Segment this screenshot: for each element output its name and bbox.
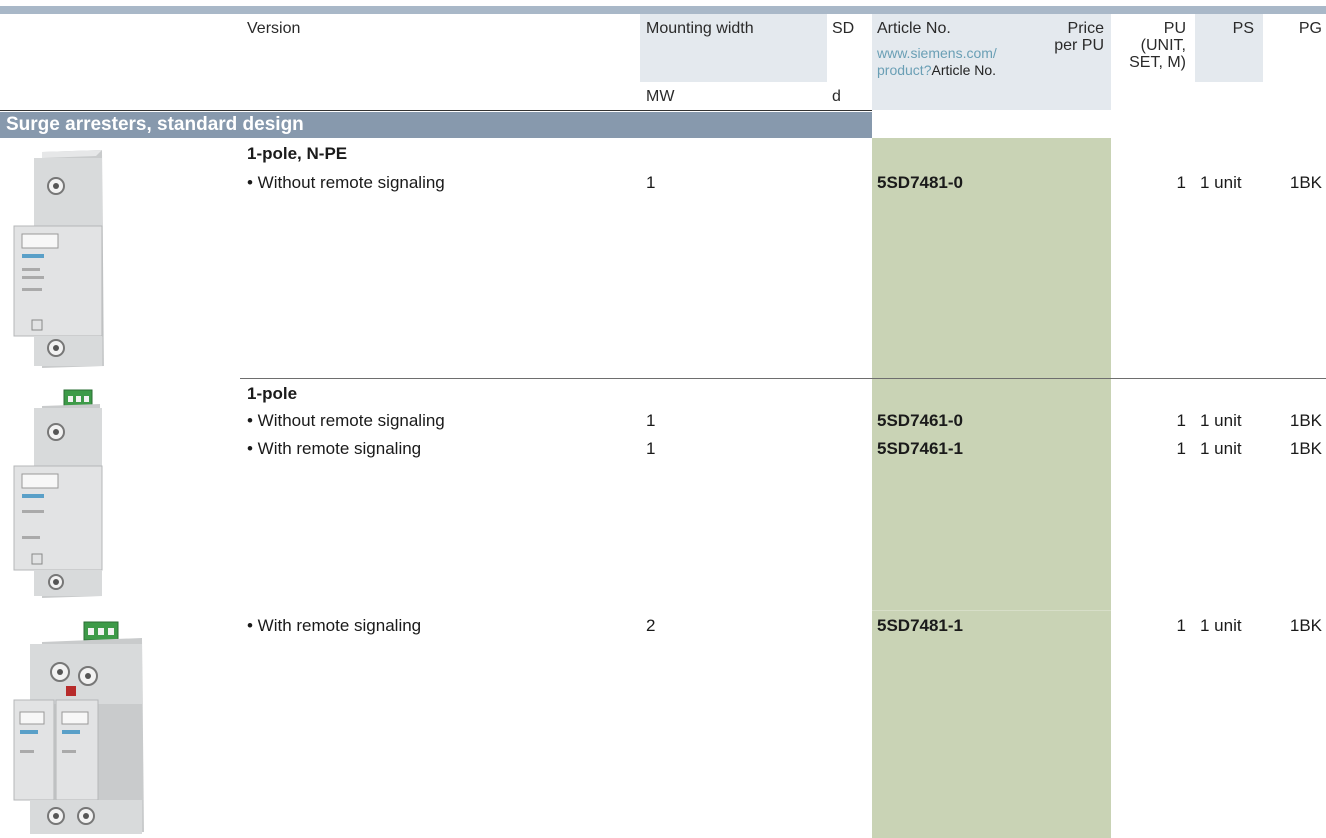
header-price-line2: per PU [1054,37,1104,54]
header-article-no: Article No. [877,20,951,37]
section-title: Surge arresters, standard design [0,112,872,138]
row-version: • With remote signaling [247,439,422,458]
header-pu: PU (UNIT, SET, M) [1110,20,1186,71]
row-version: • Without remote signaling [247,411,445,430]
row-mw: 1 [646,439,656,458]
row-ps: 1 unit [1200,439,1242,458]
row-pu: 1 [1176,439,1186,458]
row-mw: 1 [646,411,656,430]
row-pg: 1BK [1289,616,1322,635]
group-title: 1-pole, N-PE [247,144,348,163]
header-price: Price per PU [1030,20,1104,54]
article-column-highlight [872,138,1111,838]
header-pu-line2: (UNIT, [1140,37,1186,54]
row-pu: 1 [1176,411,1186,430]
header-price-line1: Price [1067,20,1104,37]
row-ps: 1 unit [1200,616,1242,635]
header-version: Version [247,20,301,37]
row-ps: 1 unit [1200,411,1242,430]
row-pu: 1 [1176,173,1186,192]
row-article-no[interactable]: 5SD7461-0 [877,411,963,431]
header-sd: SD [832,20,855,37]
surge-arrester-2module-image [10,620,150,836]
row-ps: 1 unit [1200,173,1242,192]
surge-arrester-1pole-image [12,388,112,600]
group-separator-light [872,610,1111,611]
article-link-line2[interactable]: product? [877,62,931,78]
header-article-link-2[interactable]: product?Article No. [877,62,996,79]
article-link-suffix: Article No. [931,62,997,78]
top-bar [0,6,1326,14]
row-version: • With remote signaling [247,616,422,635]
group-separator [240,378,1326,379]
header-article-link[interactable]: www.siemens.com/ [877,45,997,62]
row-pg: 1BK [1289,411,1322,430]
header-pg: PG [1298,20,1322,37]
surge-arrester-1pole-npe-image [12,148,112,370]
row-article-no[interactable]: 5SD7481-1 [877,616,963,636]
row-mw: 2 [646,616,656,635]
row-article-no[interactable]: 5SD7461-1 [877,439,963,459]
header-ps: PS [1232,20,1254,37]
row-pg: 1BK [1289,439,1322,458]
row-pu: 1 [1176,616,1186,635]
row-mw: 1 [646,173,656,192]
header-pu-line3: SET, M) [1129,54,1186,71]
row-version: • Without remote signaling [247,173,445,192]
header-mw: MW [646,88,675,105]
row-pg: 1BK [1289,173,1322,192]
row-article-no[interactable]: 5SD7481-0 [877,173,963,193]
header-rule [0,110,872,111]
header-mounting-width: Mounting width [646,20,754,37]
group-title: 1-pole [247,384,298,403]
header-d: d [832,88,841,105]
article-link-line1[interactable]: www.siemens.com/ [877,45,997,61]
header-pu-line1: PU [1163,20,1186,37]
